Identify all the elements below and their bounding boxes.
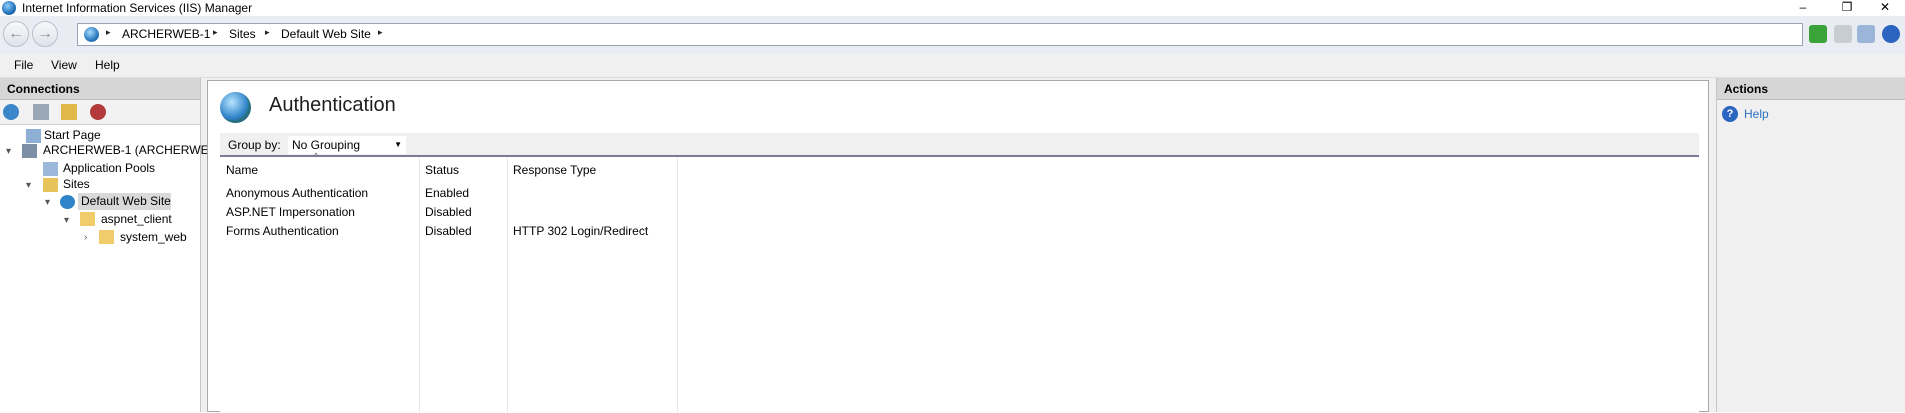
breadcrumb-separator: ▸ bbox=[265, 27, 270, 37]
menu-help[interactable]: Help bbox=[95, 58, 120, 72]
folder-icon bbox=[99, 230, 114, 244]
breadcrumb-sites[interactable]: Sites bbox=[229, 27, 256, 41]
breadcrumb-server[interactable]: ARCHERWEB-1 bbox=[122, 27, 210, 41]
minimize-button[interactable]: – bbox=[1780, 0, 1826, 16]
save-icon[interactable] bbox=[33, 104, 49, 120]
expander-icon[interactable]: ▾ bbox=[64, 215, 69, 226]
authentication-globe-icon bbox=[220, 92, 251, 123]
sites-icon bbox=[43, 178, 58, 192]
tree-item-sites[interactable]: Sites bbox=[60, 176, 93, 193]
dropdown-arrow-icon: ▼ bbox=[394, 140, 402, 149]
expander-icon[interactable]: ▾ bbox=[6, 146, 11, 157]
row-status[interactable]: Disabled bbox=[425, 224, 472, 238]
help-icon[interactable] bbox=[1882, 25, 1900, 43]
row-status[interactable]: Enabled bbox=[425, 186, 469, 200]
column-divider bbox=[507, 157, 508, 413]
server-icon bbox=[22, 144, 37, 158]
help-link[interactable]: Help bbox=[1744, 107, 1769, 121]
globe-icon bbox=[84, 27, 99, 42]
connections-toolbar bbox=[0, 100, 200, 125]
folder-icon bbox=[80, 212, 95, 226]
row-name[interactable]: Forms Authentication bbox=[226, 224, 339, 238]
iis-app-icon bbox=[2, 1, 16, 15]
column-header-response-type[interactable]: Response Type bbox=[507, 160, 602, 180]
expander-icon[interactable]: › bbox=[84, 232, 87, 243]
close-button[interactable]: ✕ bbox=[1862, 0, 1905, 16]
breadcrumb-separator: ▸ bbox=[378, 27, 383, 37]
main-content: Authentication Group by: No Grouping ▼ ^… bbox=[207, 80, 1709, 413]
address-box[interactable]: ▸ ARCHERWEB-1 ▸ Sites ▸ Default Web Site… bbox=[77, 23, 1803, 46]
actions-header: Actions bbox=[1717, 78, 1905, 100]
group-by-value: No Grouping bbox=[292, 138, 361, 152]
connections-pane: Connections Start Page ▾ ARCHERWEB-1 (AR… bbox=[0, 78, 217, 412]
column-divider bbox=[677, 157, 678, 413]
expander-icon[interactable]: ▾ bbox=[45, 197, 50, 208]
menu-file[interactable]: File bbox=[14, 58, 33, 72]
expander-icon[interactable]: ▾ bbox=[26, 180, 31, 191]
window-title: Internet Information Services (IIS) Mana… bbox=[22, 1, 253, 15]
column-header-status[interactable]: Status bbox=[419, 160, 465, 180]
row-name[interactable]: ASP.NET Impersonation bbox=[226, 205, 355, 219]
tree-item-default-web-site[interactable]: Default Web Site bbox=[78, 193, 171, 210]
address-bar-row: ← → ▸ ARCHERWEB-1 ▸ Sites ▸ Default Web … bbox=[0, 16, 1905, 54]
group-by-bar: Group by: No Grouping ▼ bbox=[220, 133, 1699, 157]
authentication-list: ^ Name Status Response Type Anonymous Au… bbox=[220, 151, 1699, 413]
breadcrumb-default-web-site[interactable]: Default Web Site bbox=[281, 27, 371, 41]
group-by-select[interactable]: No Grouping ▼ bbox=[288, 136, 406, 154]
up-folder-icon[interactable] bbox=[61, 104, 77, 120]
tree-item-application-pools[interactable]: Application Pools bbox=[60, 160, 158, 177]
menu-bar: File View Help bbox=[0, 54, 1905, 78]
menu-view[interactable]: View bbox=[51, 58, 77, 72]
help-icon[interactable]: ? bbox=[1722, 106, 1738, 122]
tree-item-server[interactable]: ARCHERWEB-1 (ARCHERWEB bbox=[40, 142, 220, 159]
back-button[interactable]: ← bbox=[3, 21, 29, 47]
app-pools-icon bbox=[43, 162, 58, 176]
column-header-name[interactable]: Name bbox=[220, 160, 264, 180]
start-page-icon bbox=[26, 129, 41, 143]
column-divider bbox=[419, 157, 420, 413]
row-status[interactable]: Disabled bbox=[425, 205, 472, 219]
sort-ascending-icon: ^ bbox=[314, 151, 319, 161]
tree-item-system-web[interactable]: system_web bbox=[117, 229, 190, 246]
page-title: Authentication bbox=[269, 94, 396, 116]
home-icon[interactable] bbox=[1857, 25, 1875, 43]
connect-icon[interactable] bbox=[3, 104, 19, 120]
breadcrumb-separator: ▸ bbox=[106, 27, 111, 37]
forward-button[interactable]: → bbox=[32, 21, 58, 47]
connections-header: Connections bbox=[0, 78, 200, 100]
row-name[interactable]: Anonymous Authentication bbox=[226, 186, 368, 200]
refresh-icon[interactable] bbox=[1809, 25, 1827, 43]
row-response-type[interactable]: HTTP 302 Login/Redirect bbox=[513, 224, 648, 238]
actions-pane: Actions ? Help bbox=[1716, 78, 1905, 412]
tree-item-aspnet-client[interactable]: aspnet_client bbox=[98, 211, 175, 228]
globe-icon bbox=[60, 195, 75, 209]
breadcrumb-separator: ▸ bbox=[213, 27, 218, 37]
stop-icon[interactable] bbox=[1834, 25, 1852, 43]
disconnect-icon[interactable] bbox=[90, 104, 106, 120]
group-by-label: Group by: bbox=[228, 138, 281, 152]
title-bar: Internet Information Services (IIS) Mana… bbox=[0, 0, 1905, 16]
